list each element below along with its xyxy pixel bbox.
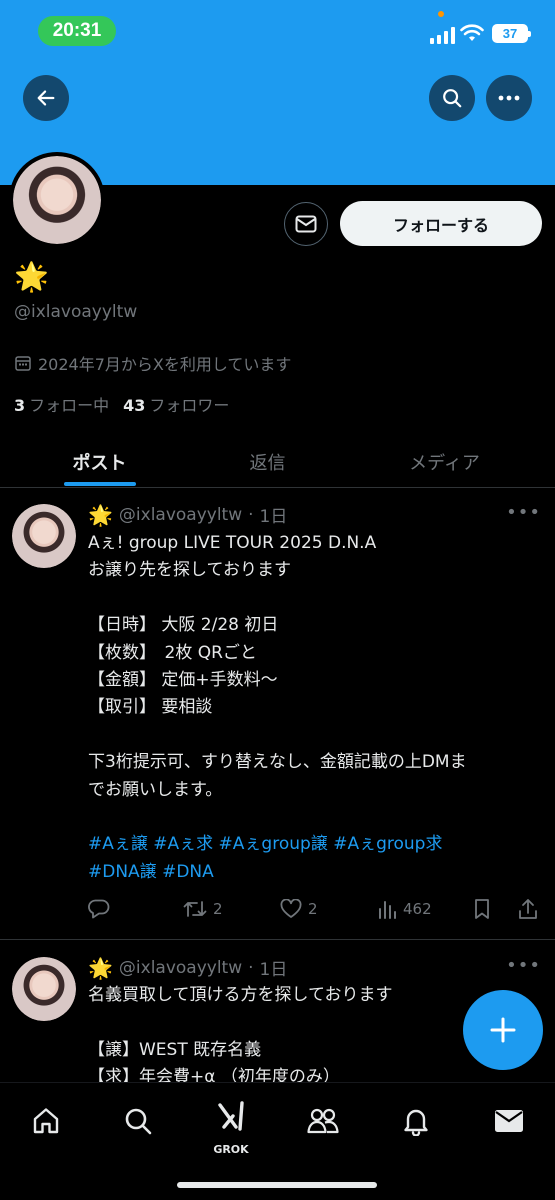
like-count: 2 bbox=[308, 900, 318, 918]
follow-button[interactable]: フォローする bbox=[340, 201, 542, 246]
post-actions: 2 2 462 bbox=[88, 894, 543, 924]
post-hashtags[interactable]: #Aぇ譲 #Aぇ求 #Aぇgroup譲 #Aぇgroup求 bbox=[88, 831, 543, 858]
tab-replies[interactable]: 返信 bbox=[175, 436, 360, 488]
post-more-icon[interactable]: ••• bbox=[506, 502, 541, 523]
nav-grok[interactable]: GROK bbox=[206, 1099, 256, 1156]
post-time: 1日 bbox=[259, 960, 288, 980]
communities-icon bbox=[307, 1108, 339, 1134]
nav-notifications[interactable] bbox=[391, 1099, 441, 1143]
tab-posts[interactable]: ポスト bbox=[7, 436, 192, 488]
search-icon bbox=[443, 89, 462, 108]
post-more-icon[interactable]: ••• bbox=[506, 955, 541, 976]
analytics-icon bbox=[379, 901, 396, 919]
arrow-left-icon bbox=[37, 90, 55, 106]
post-hashtags[interactable]: #DNA譲 #DNA bbox=[88, 859, 543, 886]
repost-count: 2 bbox=[213, 900, 223, 918]
calendar-icon bbox=[15, 356, 31, 371]
display-name: 🌟 bbox=[14, 260, 49, 293]
home-indicator bbox=[177, 1182, 377, 1188]
view-count: 462 bbox=[403, 900, 432, 918]
post-header: 🌟 @ixlavoayyltw · 1日 bbox=[88, 502, 288, 528]
nav-home[interactable] bbox=[21, 1099, 71, 1143]
reply-icon bbox=[88, 899, 110, 919]
post-author-handle[interactable]: @ixlavoayyltw bbox=[119, 505, 242, 525]
compose-post-button[interactable] bbox=[463, 990, 543, 1070]
envelope-icon bbox=[295, 215, 317, 233]
follow-counts: 3 フォロー中 43 フォロワー bbox=[14, 392, 229, 416]
active-tab-indicator bbox=[64, 482, 136, 486]
post-author-handle[interactable]: @ixlavoayyltw bbox=[119, 958, 242, 978]
join-date-text: 2024年7月からXを利用しています bbox=[38, 355, 292, 374]
profile-avatar[interactable] bbox=[9, 152, 105, 248]
nav-messages[interactable] bbox=[484, 1099, 534, 1143]
nav-search[interactable] bbox=[113, 1099, 163, 1143]
grok-label: GROK bbox=[213, 1143, 249, 1156]
post-author-name: 🌟 bbox=[88, 502, 113, 527]
plus-icon bbox=[490, 1017, 516, 1043]
heart-icon bbox=[280, 899, 302, 918]
search-button[interactable] bbox=[429, 75, 475, 121]
repost-icon bbox=[183, 901, 207, 917]
back-button[interactable] bbox=[23, 75, 69, 121]
profile-handle: @ixlavoayyltw bbox=[14, 302, 138, 322]
bookmark-button[interactable] bbox=[473, 898, 491, 920]
battery-indicator: 37 bbox=[492, 24, 531, 43]
search-icon bbox=[125, 1108, 152, 1135]
home-icon bbox=[33, 1108, 59, 1134]
grok-icon bbox=[218, 1101, 244, 1131]
bell-icon bbox=[404, 1109, 428, 1136]
message-button[interactable] bbox=[284, 202, 328, 246]
post-header: 🌟 @ixlavoayyltw · 1日 bbox=[88, 955, 288, 981]
following-link[interactable]: 3 フォロー中 bbox=[14, 392, 109, 416]
signal-icon bbox=[430, 26, 456, 44]
profile-tabs: ポスト 返信 メディア bbox=[0, 436, 555, 488]
status-time: 20:31 bbox=[38, 16, 116, 46]
more-options-button[interactable] bbox=[486, 75, 532, 121]
like-button[interactable]: 2 bbox=[280, 899, 318, 919]
envelope-icon bbox=[495, 1110, 523, 1132]
share-button[interactable] bbox=[518, 898, 538, 920]
status-bar: 20:31 37 bbox=[0, 0, 555, 60]
join-date: 2024年7月からXを利用しています bbox=[14, 351, 291, 375]
post-divider bbox=[0, 939, 555, 940]
followers-link[interactable]: 43 フォロワー bbox=[123, 392, 229, 416]
nav-communities[interactable] bbox=[298, 1099, 348, 1143]
post-text: Aぇ! group LIVE TOUR 2025 D.N.A お譲り先を探してお… bbox=[88, 530, 543, 886]
post-time: 1日 bbox=[259, 507, 288, 527]
post-avatar[interactable] bbox=[12, 504, 76, 568]
post-author-name: 🌟 bbox=[88, 955, 113, 980]
post-avatar[interactable] bbox=[12, 957, 76, 1021]
wifi-icon bbox=[460, 24, 484, 41]
privacy-indicator bbox=[438, 11, 444, 17]
reply-button[interactable] bbox=[88, 899, 110, 919]
tab-media[interactable]: メディア bbox=[352, 436, 537, 488]
share-icon bbox=[519, 899, 537, 919]
more-horizontal-icon bbox=[498, 95, 520, 101]
views-button[interactable]: 462 bbox=[377, 899, 432, 919]
bookmark-icon bbox=[475, 899, 489, 919]
repost-button[interactable]: 2 bbox=[183, 899, 223, 919]
